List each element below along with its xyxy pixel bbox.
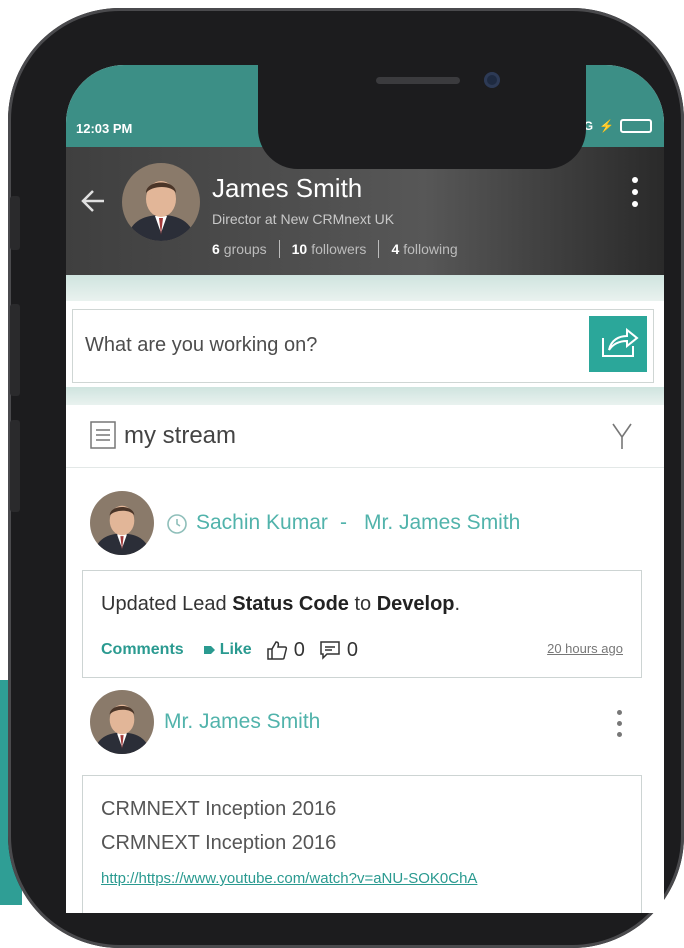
- charging-icon: ⚡: [599, 119, 614, 133]
- post-header: Mr. James Smith: [66, 690, 664, 760]
- share-button[interactable]: [589, 316, 647, 372]
- likes-count: 0: [293, 638, 305, 661]
- post-avatar[interactable]: [90, 690, 154, 754]
- more-options-icon[interactable]: [632, 177, 638, 207]
- list-icon: [90, 421, 116, 449]
- comments-link[interactable]: Comments: [101, 641, 184, 659]
- front-camera: [484, 72, 500, 88]
- stat-followers[interactable]: 10 followers: [292, 241, 367, 257]
- post-recipient-link[interactable]: Mr. James Smith: [364, 511, 520, 535]
- post-author-link[interactable]: Mr. James Smith: [164, 710, 320, 734]
- post-more-options-icon[interactable]: [617, 710, 622, 737]
- post-line: CRMNEXT Inception 2016: [101, 798, 337, 820]
- comment-icon[interactable]: [319, 640, 341, 660]
- profile-avatar[interactable]: [122, 163, 200, 241]
- stream-header: my stream: [66, 405, 664, 468]
- post-header: Sachin Kumar - Mr. James Smith: [66, 491, 664, 561]
- post-text: Updated Lead Status Code to Develop.: [101, 593, 461, 615]
- like-tag-icon: [203, 646, 215, 654]
- back-arrow-icon[interactable]: [76, 183, 112, 219]
- stream-title: my stream: [124, 422, 237, 449]
- post-card: CRMNEXT Inception 2016 CRMNEXT Inception…: [82, 775, 642, 913]
- profile-title: Director at New CRMnext UK: [212, 211, 395, 227]
- phone-button-mute: [10, 196, 20, 250]
- post-card: Updated Lead Status Code to Develop. Com…: [82, 570, 642, 678]
- like-link[interactable]: Like: [220, 641, 252, 659]
- phone-frame: 12:03 PM … 4G ⚡ James Smith Director at …: [8, 8, 684, 948]
- post-separator: -: [340, 511, 347, 534]
- share-icon: [602, 327, 639, 357]
- profile-name: James Smith: [212, 173, 363, 203]
- post-composer: [72, 309, 654, 383]
- speaker-grille: [376, 77, 460, 84]
- stat-groups[interactable]: 6 groups: [212, 241, 267, 257]
- clock-icon: [167, 514, 187, 534]
- comments-count: 0: [346, 638, 358, 661]
- profile-stats: 6 groups 10 followers 4 following: [212, 240, 458, 258]
- post-author-link[interactable]: Sachin Kumar: [196, 511, 328, 535]
- phone-button-volume-up: [10, 304, 20, 396]
- thumbs-up-icon[interactable]: [266, 640, 288, 660]
- post-line: CRMNEXT Inception 2016: [101, 832, 337, 854]
- post-time[interactable]: 20 hours ago: [547, 641, 623, 656]
- phone-button-volume-down: [10, 420, 20, 512]
- divider-band: [66, 275, 664, 301]
- post-avatar[interactable]: [90, 491, 154, 555]
- stat-divider: [278, 240, 280, 258]
- filter-icon[interactable]: [610, 421, 634, 451]
- battery-icon: [620, 119, 652, 133]
- post-url-link[interactable]: http://https://www.youtube.com/watch?v=a…: [101, 870, 477, 887]
- phone-notch: [258, 65, 586, 169]
- app-screen: 12:03 PM … 4G ⚡ James Smith Director at …: [66, 65, 664, 913]
- stat-divider: [378, 240, 380, 258]
- status-input[interactable]: [73, 310, 573, 380]
- stat-following[interactable]: 4 following: [391, 241, 457, 257]
- post-actions: Comments Like 0 0 20 hours ago: [101, 637, 623, 663]
- status-time: 12:03 PM: [76, 121, 133, 136]
- divider-band: [66, 387, 664, 405]
